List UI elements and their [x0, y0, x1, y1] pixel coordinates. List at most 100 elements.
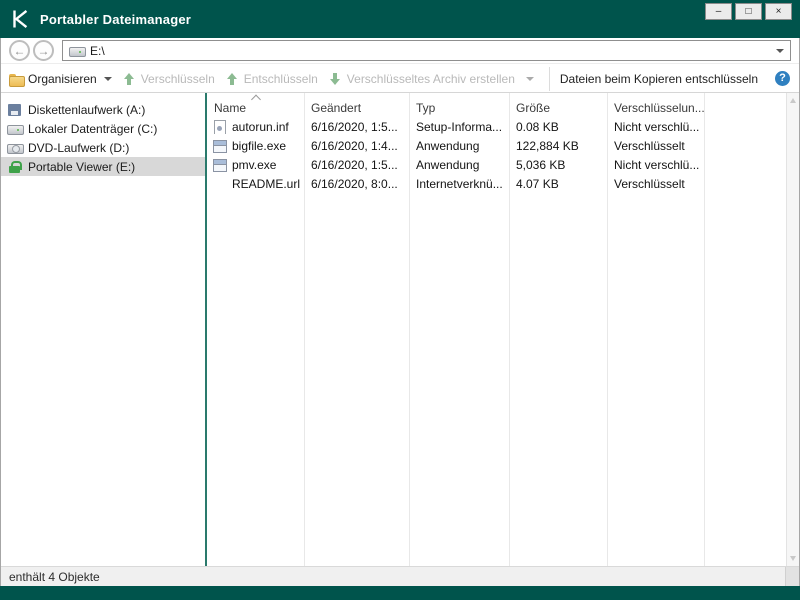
drive-type-icon	[7, 103, 22, 117]
vertical-scrollbar[interactable]	[786, 93, 799, 566]
window-title: Portabler Dateimanager	[40, 12, 191, 27]
back-arrow-icon: ←	[14, 45, 26, 57]
column-header[interactable]: Typ	[409, 93, 509, 117]
drive-label: Diskettenlaufwerk (A:)	[28, 103, 145, 117]
drive-type-icon	[7, 122, 22, 136]
toolbar-separator	[549, 67, 550, 91]
maximize-button[interactable]: □	[735, 3, 762, 20]
status-text: enthält 4 Objekte	[9, 570, 100, 584]
column-label: Verschlüsselun...	[614, 101, 705, 115]
file-type: Setup-Informa...	[409, 120, 509, 134]
scroll-up-icon	[790, 98, 796, 103]
close-button[interactable]: ×	[765, 3, 792, 20]
drive-item[interactable]: Diskettenlaufwerk (A:)	[1, 100, 205, 119]
forward-button[interactable]: →	[33, 40, 54, 61]
file-encryption-status: Verschlüsselt	[607, 177, 786, 191]
drive-type-icon	[7, 141, 22, 155]
file-modified: 6/16/2020, 8:0...	[304, 177, 409, 191]
file-size: 5,036 KB	[509, 158, 607, 172]
file-row[interactable]: pmv.exe 6/16/2020, 1:5... Anwendung 5,03…	[207, 155, 786, 174]
file-encryption-status: Nicht verschlü...	[607, 120, 786, 134]
file-name: autorun.inf	[232, 120, 289, 134]
encrypt-arrow-icon	[122, 72, 137, 86]
column-header[interactable]: Geändert	[304, 93, 409, 117]
close-icon: ×	[776, 7, 782, 17]
file-name: README.url	[232, 177, 300, 191]
column-header[interactable]: Name	[207, 93, 304, 117]
drive-item[interactable]: Portable Viewer (E:)	[1, 157, 205, 176]
file-type-icon	[212, 177, 227, 191]
address-path: E:\	[90, 44, 105, 58]
kaspersky-logo-icon	[9, 8, 31, 30]
main-area: Diskettenlaufwerk (A:) Lokaler Datenträg…	[1, 93, 799, 566]
chevron-down-icon	[526, 77, 534, 81]
column-label: Größe	[516, 101, 550, 115]
drive-type-icon	[7, 160, 22, 174]
file-rows: autorun.inf 6/16/2020, 1:5... Setup-Info…	[207, 117, 786, 193]
folder-icon	[9, 72, 24, 86]
create-archive-label: Verschlüsseltes Archiv erstellen	[347, 72, 515, 86]
archive-dropdown-button[interactable]	[521, 67, 539, 91]
file-modified: 6/16/2020, 1:4...	[304, 139, 409, 153]
minimize-button[interactable]: –	[705, 3, 732, 20]
create-encrypted-archive-button[interactable]: Verschlüsseltes Archiv erstellen	[326, 67, 517, 91]
toolbar: Organisieren Verschlüsseln Entschlüsseln…	[1, 65, 799, 93]
organize-button[interactable]: Organisieren	[7, 67, 114, 91]
file-encryption-status: Nicht verschlü...	[607, 158, 786, 172]
file-type: Internetverknü...	[409, 177, 509, 191]
decrypt-arrow-icon	[225, 72, 240, 86]
window-controls: – □ ×	[702, 3, 792, 20]
file-encryption-status: Verschlüsselt	[607, 139, 786, 153]
portable-file-manager-window: Portabler Dateimanager – □ × ← → E:\	[0, 0, 800, 600]
decrypt-label: Entschlüsseln	[244, 72, 318, 86]
brand-bottom-strip	[0, 586, 800, 600]
column-header[interactable]: Größe	[509, 93, 607, 117]
file-type: Anwendung	[409, 158, 509, 172]
file-modified: 6/16/2020, 1:5...	[304, 120, 409, 134]
file-size: 4.07 KB	[509, 177, 607, 191]
address-input[interactable]: E:\	[62, 40, 791, 61]
file-type-icon	[212, 120, 227, 134]
column-header-row: Name Geändert Typ Größe	[207, 93, 786, 117]
drive-label: DVD-Laufwerk (D:)	[28, 141, 129, 155]
address-dropdown-icon[interactable]	[776, 49, 784, 53]
file-type-icon	[212, 158, 227, 172]
file-size: 122,884 KB	[509, 139, 607, 153]
forward-arrow-icon: →	[38, 45, 50, 57]
drive-label: Lokaler Datenträger (C:)	[28, 122, 157, 136]
minimize-icon: –	[716, 7, 722, 17]
question-mark-icon: ?	[779, 73, 786, 84]
drive-item[interactable]: DVD-Laufwerk (D:)	[1, 138, 205, 157]
help-button[interactable]: ?	[775, 71, 790, 86]
drive-item[interactable]: Lokaler Datenträger (C:)	[1, 119, 205, 138]
maximize-icon: □	[745, 7, 751, 17]
decrypt-button[interactable]: Entschlüsseln	[223, 67, 320, 91]
scroll-down-icon	[790, 556, 796, 561]
column-header[interactable]: Verschlüsselun...	[607, 93, 786, 117]
encrypt-label: Verschlüsseln	[141, 72, 215, 86]
file-size: 0.08 KB	[509, 120, 607, 134]
file-list-pane: Name Geändert Typ Größe	[207, 93, 786, 566]
file-type: Anwendung	[409, 139, 509, 153]
drive-label: Portable Viewer (E:)	[28, 160, 135, 174]
column-label: Name	[214, 101, 246, 115]
column-label: Geändert	[311, 101, 361, 115]
file-row[interactable]: README.url 6/16/2020, 8:0... Internetver…	[207, 174, 786, 193]
file-name: bigfile.exe	[232, 139, 286, 153]
chevron-down-icon	[104, 77, 112, 81]
archive-arrow-icon	[328, 72, 343, 86]
column-label: Typ	[416, 101, 435, 115]
back-button[interactable]: ←	[9, 40, 30, 61]
encrypt-button[interactable]: Verschlüsseln	[120, 67, 217, 91]
file-row[interactable]: autorun.inf 6/16/2020, 1:5... Setup-Info…	[207, 117, 786, 136]
drive-icon	[69, 44, 84, 58]
file-name: pmv.exe	[232, 158, 276, 172]
decrypt-on-copy-option[interactable]: Dateien beim Kopieren entschlüsseln	[560, 72, 758, 86]
file-row[interactable]: bigfile.exe 6/16/2020, 1:4... Anwendung …	[207, 136, 786, 155]
file-type-icon	[212, 139, 227, 153]
file-modified: 6/16/2020, 1:5...	[304, 158, 409, 172]
resize-grip[interactable]	[785, 567, 799, 586]
title-bar: Portabler Dateimanager – □ ×	[0, 0, 800, 38]
status-bar: enthält 4 Objekte	[1, 566, 799, 586]
address-row: ← → E:\	[1, 38, 799, 64]
